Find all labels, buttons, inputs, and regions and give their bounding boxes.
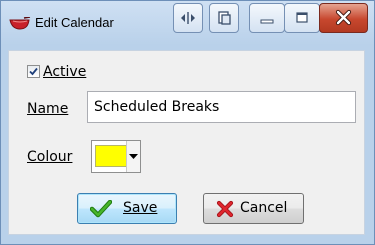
colour-label-text: Colour (27, 149, 73, 165)
copy-window-button[interactable] (209, 3, 239, 33)
colour-dropdown-button[interactable] (126, 141, 140, 172)
close-button[interactable] (319, 3, 368, 33)
copy-icon (218, 11, 231, 25)
minimize-button[interactable] (249, 3, 285, 33)
save-button[interactable]: Save (77, 193, 177, 224)
title-bar[interactable]: Edit Calendar (1, 1, 374, 45)
name-label: Name (27, 100, 68, 118)
name-input[interactable]: Scheduled Breaks (87, 91, 356, 123)
app-bowl-icon[interactable] (9, 16, 31, 31)
active-checkbox[interactable] (27, 65, 40, 78)
minimize-icon (260, 19, 274, 24)
colour-picker[interactable] (91, 140, 141, 173)
cancel-label: Cancel (240, 200, 288, 216)
restore-arrows-button[interactable] (173, 3, 203, 33)
window-title: Edit Calendar (35, 15, 114, 30)
red-x-icon (216, 200, 234, 218)
close-icon (335, 9, 352, 26)
maximize-icon (296, 12, 308, 23)
chevron-down-icon (129, 154, 138, 159)
colour-swatch[interactable] (95, 145, 127, 167)
restore-arrows-icon (181, 12, 195, 24)
save-label: Save (123, 200, 158, 216)
green-check-icon (90, 200, 112, 218)
checkmark-icon (29, 67, 38, 76)
name-label-text: Name (27, 101, 69, 117)
active-label[interactable]: Active (43, 63, 86, 81)
cancel-button[interactable]: Cancel (203, 193, 304, 224)
maximize-button[interactable] (284, 3, 320, 33)
colour-label: Colour (27, 148, 72, 166)
